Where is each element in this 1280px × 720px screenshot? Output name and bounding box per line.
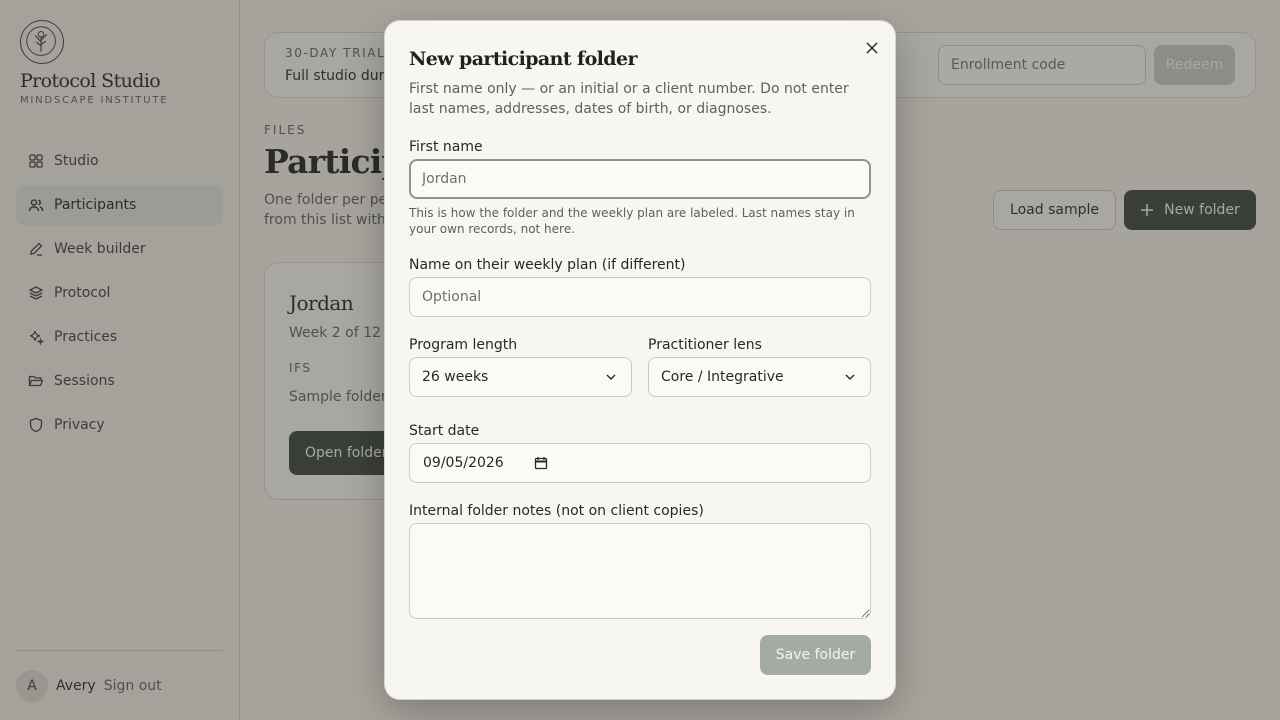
new-folder-dialog: New participant folder First name only —… [384,20,896,700]
start-date-field[interactable]: 09/05/2026 [409,443,871,483]
program-length-select[interactable]: 26 weeks [409,357,632,397]
program-length-label: Program length [409,337,518,353]
practitioner-lens-label: Practitioner lens [648,337,762,353]
dialog-intro: First name only — or an initial or a cli… [409,81,849,117]
dialog-title: New participant folder [409,48,637,70]
first-name-field[interactable] [409,159,871,199]
chevron-down-icon [606,374,616,380]
calendar-icon[interactable] [534,456,548,470]
folder-notes-textarea[interactable] [409,523,871,619]
chevron-down-icon [845,374,855,380]
close-button[interactable] [860,36,884,60]
practitioner-lens-select[interactable]: Core / Integrative [648,357,871,397]
plan-name-field[interactable] [409,277,871,317]
first-name-label: First name [409,139,483,155]
practitioner-lens-value: Core / Integrative [661,369,784,385]
save-folder-button[interactable]: Save folder [760,635,871,675]
folder-notes-label: Internal folder notes (not on client cop… [409,503,704,519]
close-icon [866,42,878,54]
program-length-value: 26 weeks [422,369,489,385]
first-name-help: This is how the folder and the weekly pl… [409,206,855,236]
start-date-value: 09/05/2026 [423,455,504,471]
plan-name-label: Name on their weekly plan (if different) [409,257,686,273]
start-date-label: Start date [409,423,480,439]
